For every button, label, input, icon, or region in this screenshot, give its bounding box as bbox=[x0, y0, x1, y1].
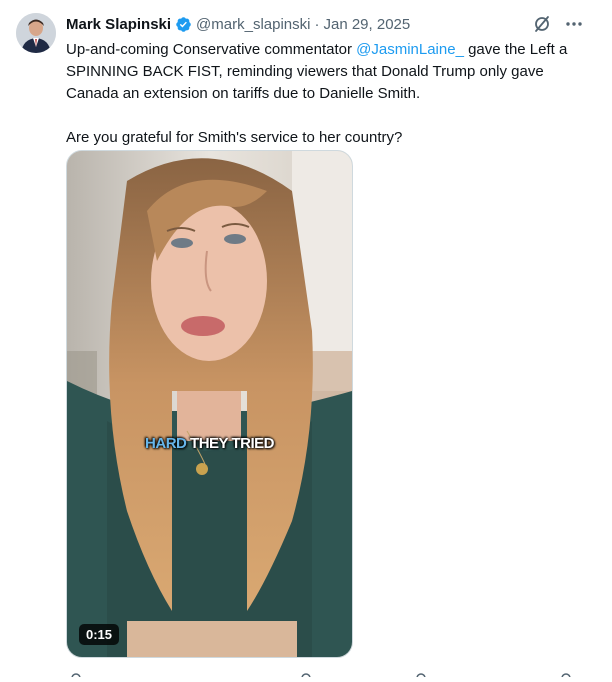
tweet-paragraph-1: Up-and-coming Conservative commentator @… bbox=[66, 39, 586, 105]
video-duration: 0:15 bbox=[79, 624, 120, 645]
video-player[interactable]: HARD THEY TRIED 0:15 bbox=[66, 150, 353, 658]
separator-dot: · bbox=[314, 15, 320, 33]
mention-link[interactable]: @JasminLaine_ bbox=[356, 41, 464, 58]
tweet-header: Mark Slapinski @mark_slapinski · Jan 29,… bbox=[66, 14, 410, 34]
author-handle[interactable]: @mark_slapinski bbox=[196, 16, 310, 33]
tweet-text: Up-and-coming Conservative commentator @… bbox=[66, 39, 586, 149]
caption-text: THEY TRIED bbox=[186, 435, 274, 452]
author-name[interactable]: Mark Slapinski bbox=[66, 16, 171, 33]
caption-highlight: HARD bbox=[145, 435, 187, 452]
action-bar bbox=[66, 664, 586, 682]
more-icon[interactable] bbox=[564, 14, 584, 34]
author-avatar[interactable] bbox=[16, 13, 56, 53]
tweet-paragraph-2: Are you grateful for Smith's service to … bbox=[66, 129, 403, 146]
verified-badge-icon[interactable] bbox=[175, 16, 192, 33]
tweet-text-part: Up-and-coming Conservative commentator bbox=[66, 41, 357, 58]
video-frame bbox=[67, 151, 352, 657]
post-date[interactable]: Jan 29, 2025 bbox=[323, 16, 410, 33]
tweet[interactable]: Mark Slapinski @mark_slapinski · Jan 29,… bbox=[0, 0, 600, 682]
video-caption: HARD THEY TRIED bbox=[67, 435, 352, 452]
tweet-top-actions bbox=[532, 14, 584, 34]
grok-icon[interactable] bbox=[532, 14, 552, 34]
